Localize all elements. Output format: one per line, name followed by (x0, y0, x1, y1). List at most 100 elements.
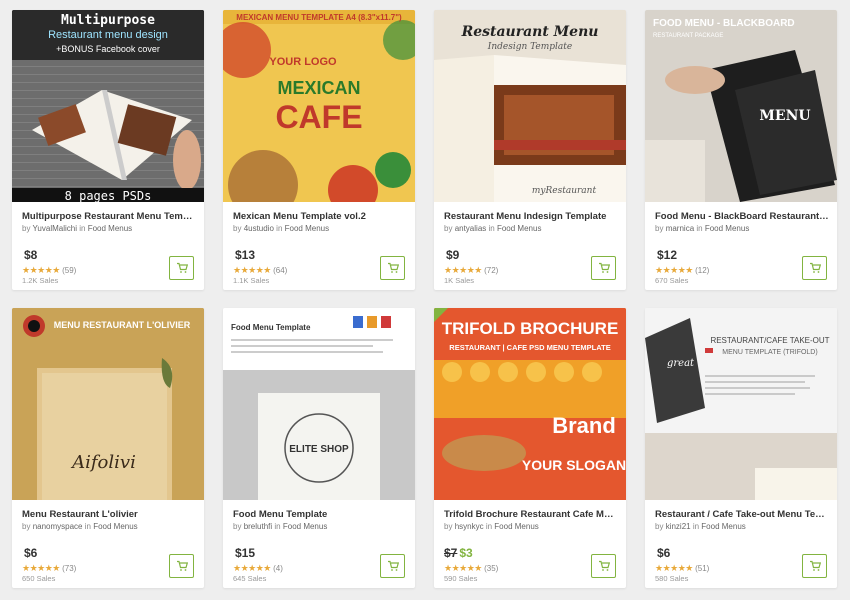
product-title[interactable]: Restaurant / Cafe Take-out Menu Template (655, 508, 829, 521)
add-to-cart-button[interactable] (169, 256, 194, 280)
thumb-title: MENU RESTAURANT L'OLIVIER (54, 320, 191, 330)
product-thumbnail[interactable]: MEXICAN MENU TEMPLATE A4 (8.3"x11.7") YO… (223, 10, 415, 202)
product-card[interactable]: Restaurant Menu Indesign Template myRest… (434, 10, 626, 290)
category-link[interactable]: Food Menus (88, 224, 132, 233)
product-rating: ★★★★★ (12) (655, 265, 710, 275)
product-sales: 645 Sales (233, 574, 267, 583)
category-link[interactable]: Food Menus (93, 522, 137, 531)
thumb-menu: MENU (759, 108, 810, 124)
old-price: $7 (444, 546, 458, 560)
author-link[interactable]: antyalias (455, 224, 487, 233)
category-link[interactable]: Food Menus (701, 522, 745, 531)
product-price: $8 (24, 248, 38, 262)
product-sales: 580 Sales (655, 574, 689, 583)
product-card[interactable]: RESTAURANT/CAFE TAKE-OUT MENU TEMPLATE (… (645, 308, 837, 588)
product-price: $13 (235, 248, 256, 262)
product-author-line: by hsynkyc in Food Menus (444, 522, 539, 531)
product-author-line: by 4ustudio in Food Menus (233, 224, 330, 233)
thumb-shop: ELITE SHOP (289, 444, 349, 455)
product-thumbnail[interactable]: FOOD MENU - BLACKBOARD RESTAURANT PACKAG… (645, 10, 837, 202)
add-to-cart-button[interactable] (591, 554, 616, 578)
add-to-cart-button[interactable] (380, 256, 405, 280)
thumb-subtitle: RESTAURANT | CAFE PSD MENU TEMPLATE (449, 343, 610, 352)
product-sales: 590 Sales (444, 574, 478, 583)
product-card[interactable]: Multipurpose Restaurant menu design +BON… (12, 10, 204, 290)
category-link[interactable]: Food Menus (705, 224, 749, 233)
author-link[interactable]: hsynkyc (455, 522, 484, 531)
author-link[interactable]: nanomyspace (33, 522, 83, 531)
star-rating-icon: ★★★★★ (22, 265, 60, 275)
product-card[interactable]: MEXICAN MENU TEMPLATE A4 (8.3"x11.7") YO… (223, 10, 415, 290)
thumb-brand: great (667, 358, 695, 369)
star-rating-icon: ★★★★★ (233, 265, 271, 275)
add-to-cart-button[interactable] (169, 554, 194, 578)
thumb-subtitle: Indesign Template (487, 42, 572, 52)
product-sales: 1.2K Sales (22, 276, 59, 285)
thumb-header: MEXICAN MENU TEMPLATE A4 (8.3"x11.7") (236, 13, 402, 22)
category-link[interactable]: Food Menus (285, 224, 329, 233)
product-card[interactable]: MENU RESTAURANT L'OLIVIER Aifolivi Menu … (12, 308, 204, 588)
cart-icon (598, 262, 610, 273)
star-rating-icon: ★★★★★ (233, 563, 271, 573)
thumb-slogan: YOUR SLOGAN (522, 457, 626, 473)
category-link[interactable]: Food Menus (494, 522, 538, 531)
product-sales: 1.1K Sales (233, 276, 270, 285)
product-author-line: by kinzi21 in Food Menus (655, 522, 746, 531)
product-thumbnail[interactable]: Restaurant Menu Indesign Template myRest… (434, 10, 626, 202)
thumb-footer: 8 pages PSDs (65, 189, 152, 202)
cart-icon (387, 262, 399, 273)
product-rating: ★★★★★ (73) (22, 563, 77, 573)
thumb-title: Food Menu Template (231, 323, 311, 332)
product-card[interactable]: Food Menu Template ELITE SHOP Food Menu … (223, 308, 415, 588)
product-title[interactable]: Trifold Brochure Restaurant Cafe Menu Te… (444, 508, 618, 521)
cart-icon (387, 560, 399, 571)
author-link[interactable]: 4ustudio (244, 224, 274, 233)
product-author-line: by YuvalMalichi in Food Menus (22, 224, 133, 233)
cart-icon (809, 262, 821, 273)
product-price: $15 (235, 546, 256, 560)
category-link[interactable]: Food Menus (283, 522, 327, 531)
category-link[interactable]: Food Menus (497, 224, 541, 233)
product-title[interactable]: Restaurant Menu Indesign Template (444, 210, 618, 223)
product-card[interactable]: TRIFOLD BROCHURE RESTAURANT | CAFE PSD M… (434, 308, 626, 588)
product-title[interactable]: Multipurpose Restaurant Menu Template (22, 210, 196, 223)
add-to-cart-button[interactable] (802, 554, 827, 578)
product-price: $6 (24, 546, 38, 560)
author-link[interactable]: breluthfi (244, 522, 272, 531)
author-link[interactable]: marnica (666, 224, 694, 233)
author-link[interactable]: YuvalMalichi (33, 224, 77, 233)
add-to-cart-button[interactable] (591, 256, 616, 280)
thumb-title: FOOD MENU - BLACKBOARD (653, 18, 795, 29)
add-to-cart-button[interactable] (802, 256, 827, 280)
sale-price: $3 (459, 546, 473, 560)
thumb-title: Restaurant Menu (461, 24, 599, 40)
product-thumbnail[interactable]: Food Menu Template ELITE SHOP (223, 308, 415, 500)
product-author-line: by nanomyspace in Food Menus (22, 522, 138, 531)
star-rating-icon: ★★★★★ (22, 563, 60, 573)
product-thumbnail[interactable]: MENU RESTAURANT L'OLIVIER Aifolivi (12, 308, 204, 500)
product-sales: 650 Sales (22, 574, 56, 583)
product-rating: ★★★★★ (35) (444, 563, 499, 573)
author-link[interactable]: kinzi21 (666, 522, 691, 531)
thumb-title: RESTAURANT/CAFE TAKE-OUT (710, 336, 829, 345)
thumb-subtitle: MENU TEMPLATE (TRIFOLD) (722, 349, 817, 356)
add-to-cart-button[interactable] (380, 554, 405, 578)
product-card[interactable]: FOOD MENU - BLACKBOARD RESTAURANT PACKAG… (645, 10, 837, 290)
product-author-line: by marnica in Food Menus (655, 224, 750, 233)
thumb-title: TRIFOLD BROCHURE (442, 319, 619, 338)
product-title[interactable]: Food Menu - BlackBoard Restaurant Packag… (655, 210, 829, 223)
product-thumbnail[interactable]: Multipurpose Restaurant menu design +BON… (12, 10, 204, 202)
thumb-logo: Aifolivi (70, 452, 136, 473)
thumb-mexican: MEXICAN (277, 78, 360, 98)
thumb-subtitle: RESTAURANT PACKAGE (653, 33, 723, 39)
product-thumbnail[interactable]: RESTAURANT/CAFE TAKE-OUT MENU TEMPLATE (… (645, 308, 837, 500)
product-title[interactable]: Mexican Menu Template vol.2 (233, 210, 407, 223)
product-thumbnail[interactable]: TRIFOLD BROCHURE RESTAURANT | CAFE PSD M… (434, 308, 626, 500)
product-title[interactable]: Menu Restaurant L'olivier (22, 508, 196, 521)
product-title[interactable]: Food Menu Template (233, 508, 407, 521)
product-price: $12 (657, 248, 678, 262)
thumb-bonus: +BONUS Facebook cover (56, 44, 160, 54)
product-price: $6 (657, 546, 671, 560)
cart-icon (809, 560, 821, 571)
thumb-cafe: CAFE (275, 99, 362, 135)
